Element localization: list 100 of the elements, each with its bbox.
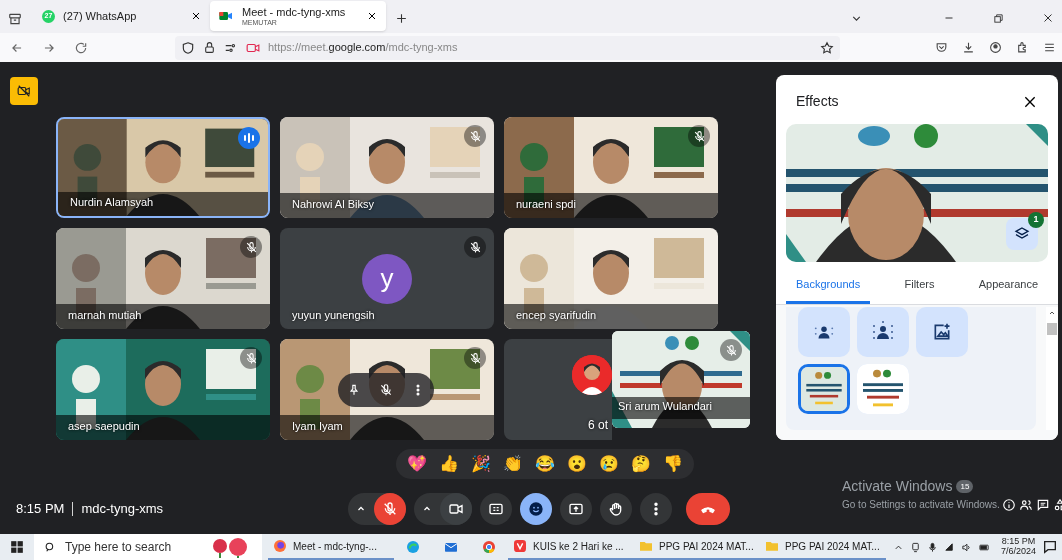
browser-icon: [405, 539, 421, 555]
participant-name: nuraeni spdi: [516, 196, 576, 212]
hand-icon: [608, 501, 624, 517]
microphone-icon[interactable]: [926, 541, 938, 553]
app-title: KUIS ke 2 Hari ke ...: [533, 539, 624, 554]
participant-tile[interactable]: Nahrowi Al Biksy: [280, 117, 494, 218]
taskbar-app[interactable]: PPG PAI 2024 MAT...: [634, 534, 760, 560]
mute-icon[interactable]: [379, 383, 393, 397]
taskbar-app[interactable]: PPG PAI 2024 MAT...: [760, 534, 886, 560]
background-option[interactable]: [798, 306, 850, 357]
camera-off-icon: [17, 84, 31, 98]
participant-name: encep syarifudin: [516, 307, 597, 323]
effects-tab[interactable]: Filters: [894, 276, 945, 304]
bookmark-star-icon[interactable]: [820, 40, 834, 55]
background-option[interactable]: [916, 306, 968, 357]
browser-icon: [272, 538, 288, 554]
captions-button[interactable]: [480, 493, 512, 525]
reaction-button[interactable]: 👍: [436, 451, 462, 477]
participant-name: yuyun yunengsih: [292, 307, 375, 323]
notifications-icon[interactable]: [1042, 539, 1058, 555]
app-title: Meet - mdc-tyng-...: [293, 539, 377, 554]
app-title: PPG PAI 2024 MAT...: [659, 539, 754, 554]
address-bar[interactable]: https://meet.google.com/mdc-tyng-xms: [175, 35, 840, 60]
tab-list-icon[interactable]: [8, 12, 22, 26]
webcam-icon[interactable]: [909, 541, 921, 553]
participant-tile[interactable]: 6 ot: [504, 339, 612, 440]
new-tab-icon[interactable]: [394, 11, 408, 25]
chat-icon[interactable]: [1035, 497, 1050, 512]
reaction-button[interactable]: 😢: [596, 451, 622, 477]
camera-off-button[interactable]: [10, 77, 38, 105]
raise-hand-button[interactable]: [600, 493, 632, 525]
account-icon[interactable]: [989, 41, 1002, 54]
participant-name: Iyam Iyam: [292, 418, 343, 434]
avatar: [572, 355, 612, 395]
camera-button[interactable]: [440, 493, 472, 525]
reactions-button[interactable]: [520, 493, 552, 525]
browser-icon: [481, 539, 497, 555]
participant-tile[interactable]: Nurdin Alamsyah: [56, 117, 270, 218]
search-placeholder: Type here to search: [65, 539, 172, 556]
info-icon[interactable]: [1001, 497, 1016, 512]
background-option[interactable]: [798, 363, 850, 414]
reaction-button[interactable]: 😂: [532, 451, 558, 477]
participant-tile[interactable]: encep syarifudin: [504, 228, 718, 329]
background-option[interactable]: [857, 306, 909, 357]
more-options-button[interactable]: [640, 493, 672, 525]
present-screen-icon: [568, 501, 584, 517]
participant-tile[interactable]: nuraeni spdi: [504, 117, 718, 218]
video-camera-icon: [448, 501, 464, 517]
restore-icon[interactable]: [993, 12, 1004, 24]
taskbar-clock[interactable]: 8:15 PM 7/6/2024: [1000, 537, 1036, 557]
pin-icon[interactable]: [347, 383, 361, 397]
participant-name: Sri arum Wulandari: [618, 398, 712, 414]
tab-title: Meet - mdc-tyng-xms: [242, 6, 347, 18]
meeting-code: mdc-tyng-xms: [81, 500, 164, 519]
menu-icon[interactable]: [1043, 41, 1056, 54]
windows-icon: [10, 540, 24, 554]
scrollbar-thumb[interactable]: [1047, 322, 1057, 335]
reload-icon[interactable]: [74, 40, 88, 55]
close-icon[interactable]: [1042, 12, 1054, 24]
reaction-button[interactable]: 👎: [660, 451, 686, 477]
participant-tile[interactable]: y yuyun yunengsih: [280, 228, 494, 329]
reaction-button[interactable]: 😮: [564, 451, 590, 477]
participant-tile[interactable]: asep saepudin: [56, 339, 270, 440]
layers-button[interactable]: [1006, 218, 1038, 250]
reaction-button[interactable]: 💖: [404, 451, 430, 477]
panel-title: Effects: [796, 92, 839, 111]
app-title: PPG PAI 2024 MAT...: [785, 539, 880, 554]
camera-control[interactable]: [414, 493, 472, 525]
activities-icon[interactable]: [1052, 497, 1062, 512]
close-tab-icon[interactable]: [366, 10, 378, 22]
extensions-icon[interactable]: [1016, 41, 1029, 54]
reaction-button[interactable]: 🤔: [628, 451, 654, 477]
pocket-icon[interactable]: [935, 41, 948, 54]
participant-tile[interactable]: marnah mutiah: [56, 228, 270, 329]
people-icon[interactable]: [1018, 497, 1033, 512]
close-tab-icon[interactable]: [190, 10, 202, 22]
participant-name: Nahrowi Al Biksy: [292, 196, 374, 212]
download-icon[interactable]: [962, 41, 975, 54]
reaction-button[interactable]: 👏: [500, 451, 526, 477]
add-image-icon: [932, 321, 952, 342]
present-button[interactable]: [560, 493, 592, 525]
mic-button[interactable]: [374, 493, 406, 525]
participant-name: asep saepudin: [68, 418, 140, 434]
mic-control[interactable]: [348, 493, 406, 525]
effects-tab[interactable]: Appearance: [968, 276, 1048, 304]
mic-off-icon: [382, 501, 398, 517]
speaker-icon[interactable]: [960, 541, 972, 553]
background-option[interactable]: [857, 363, 909, 414]
reaction-button[interactable]: 🎉: [468, 451, 494, 477]
captions-icon: [488, 501, 504, 517]
activation-message: Go to Settings to activate Windows.: [842, 498, 1000, 512]
leave-call-button[interactable]: [686, 493, 730, 525]
self-view-tile[interactable]: Sri arum Wulandari: [612, 331, 750, 428]
taskbar-app[interactable]: Meet - mdc-tyng-...: [268, 534, 394, 560]
taskbar-search-field[interactable]: Type here to search: [34, 534, 262, 560]
participant-tile[interactable]: Iyam Iyam: [280, 339, 494, 440]
url-text: https://meet.google.com/mdc-tyng-xms: [268, 40, 458, 56]
scrollbar[interactable]: [1046, 306, 1058, 430]
taskbar-app[interactable]: KUIS ke 2 Hari ke ...: [508, 534, 634, 560]
tab-title: (27) WhatsApp: [63, 10, 138, 22]
